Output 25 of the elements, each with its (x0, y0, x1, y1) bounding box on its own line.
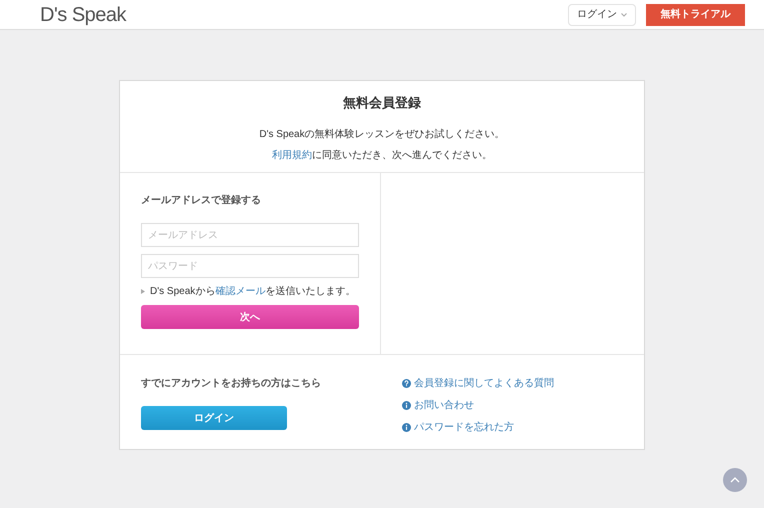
email-field[interactable]: メールアドレス (141, 223, 359, 247)
confirm-mail-link[interactable]: 確認メール (215, 286, 266, 297)
intro-text: D's Speakの無料体験レッスンをぜひお試しください。 (259, 128, 505, 142)
section-heading: メールアドレスで登録する (141, 194, 262, 208)
help-link[interactable]: お問い合わせ (414, 398, 474, 413)
scroll-top-button[interactable] (723, 468, 747, 492)
help-link[interactable]: 会員登録に関してよくある質問 (414, 376, 554, 391)
terms-link[interactable]: 利用規約 (272, 150, 312, 160)
password-field[interactable]: パスワード (141, 254, 359, 278)
chevron-down-icon (621, 12, 627, 16)
help-icon (402, 379, 411, 388)
help-link[interactable]: パスワードを忘れた方 (414, 420, 514, 435)
logo[interactable]: D's Speak (40, 0, 126, 30)
login-button[interactable]: ログイン (141, 406, 287, 430)
next-button[interactable]: 次へ (141, 305, 359, 329)
card-title: 無料会員登録 (343, 94, 421, 112)
notice-text: D's Speakから確認メールを送信いたします。 (150, 284, 356, 299)
trial-button[interactable]: 無料トライアル (646, 4, 745, 26)
login-menu[interactable]: ログイン (568, 4, 636, 26)
account-heading: すでにアカウントをお持ちの方はこちら (141, 376, 322, 391)
info-icon (402, 423, 411, 432)
info-icon (402, 401, 411, 410)
terms-text: 利用規約に同意いただき、次へ進んでください。 (272, 148, 492, 162)
bullet-icon (141, 289, 145, 294)
chevron-up-icon (730, 477, 740, 483)
